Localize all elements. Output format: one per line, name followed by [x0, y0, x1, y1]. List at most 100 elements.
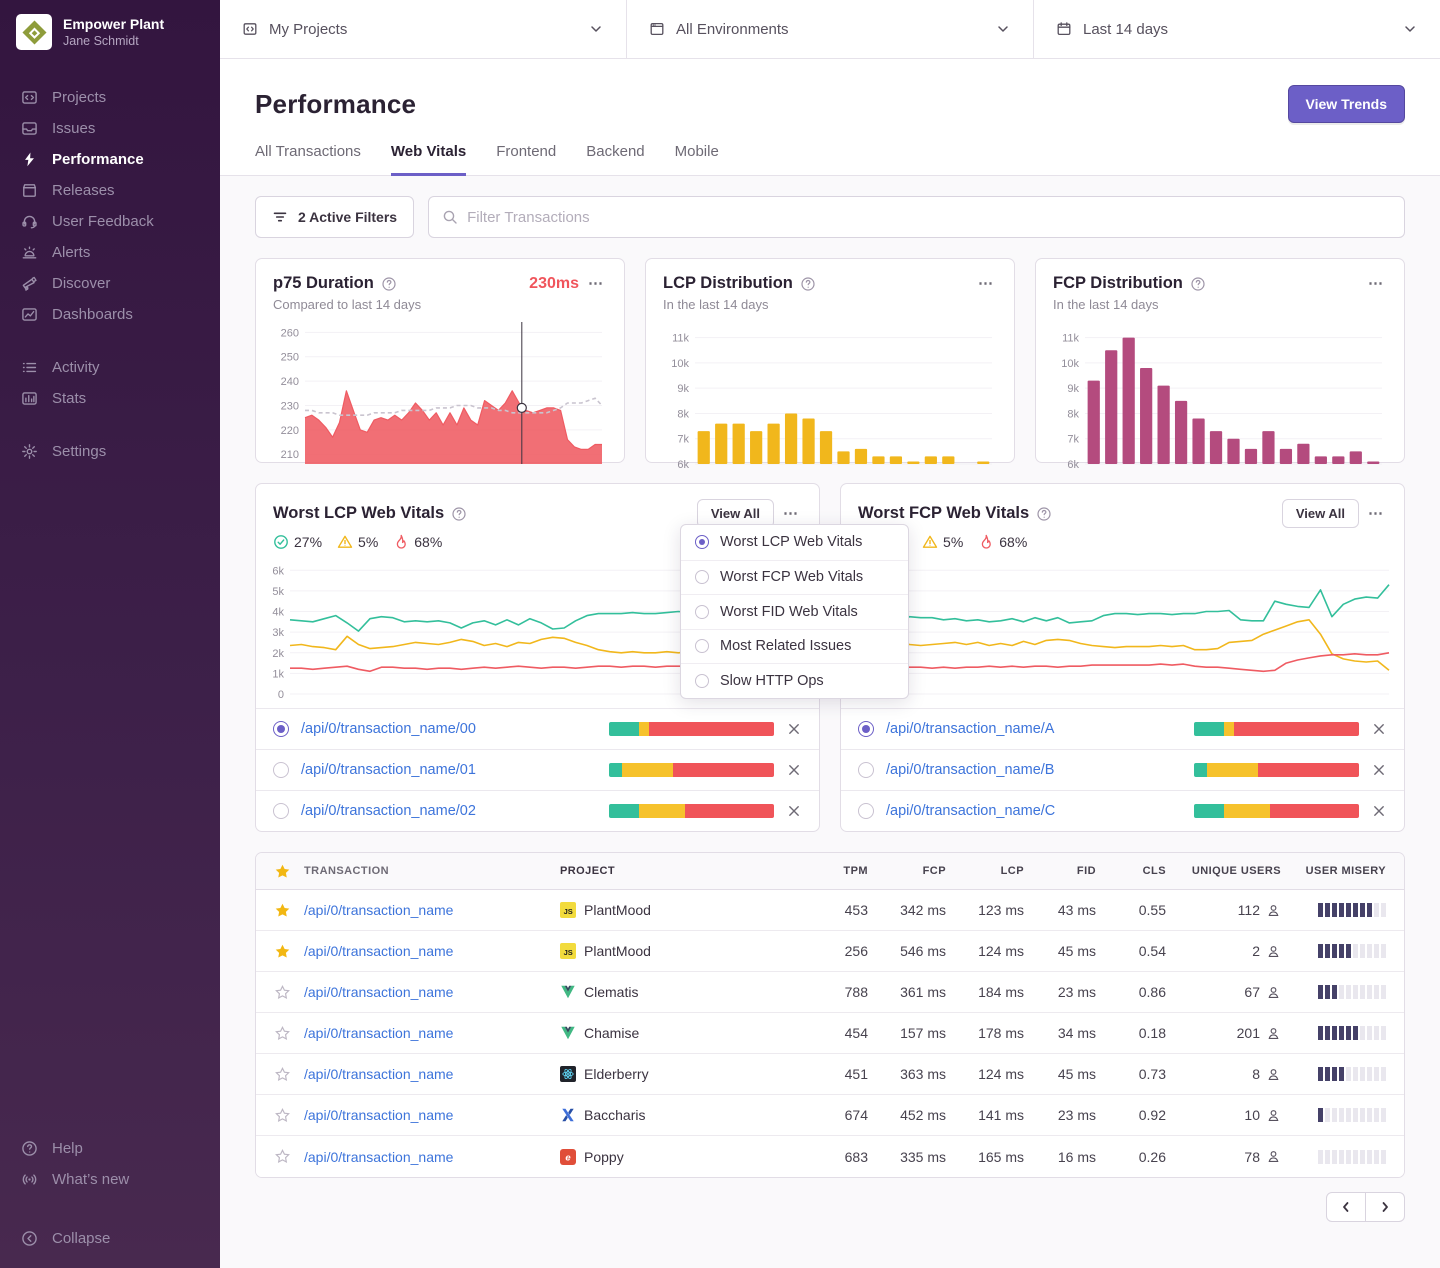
context-menu-icon[interactable]: ⋯	[976, 279, 997, 289]
project-cell[interactable]: Baccharis	[560, 1107, 810, 1123]
transaction-link[interactable]: /api/0/transaction_name	[304, 943, 453, 959]
close-icon[interactable]	[1371, 803, 1387, 819]
table-row: /api/0/transaction_name ePoppy 683 335 m…	[256, 1136, 1404, 1177]
help-icon[interactable]	[1190, 276, 1206, 292]
sidebar-item-releases[interactable]: Releases	[0, 175, 220, 206]
sidebar-collapse-button[interactable]: Collapse	[0, 1223, 220, 1254]
sidebar-item-what-s-new[interactable]: What’s new	[0, 1164, 220, 1195]
star-icon[interactable]	[274, 1066, 291, 1083]
col-cls[interactable]: CLS	[1096, 865, 1166, 877]
active-filters-button[interactable]: 2 Active Filters	[255, 196, 414, 238]
previous-page-button[interactable]	[1326, 1192, 1366, 1222]
transaction-link[interactable]: /api/0/transaction_name	[304, 1025, 453, 1041]
transaction-link[interactable]: /api/0/transaction_name/01	[301, 762, 476, 778]
context-menu-icon[interactable]: ⋯	[781, 509, 802, 519]
transaction-link[interactable]: /api/0/transaction_name/C	[886, 803, 1055, 819]
worst-fcp-chart[interactable]: 6k5k4k3k2k1k0	[847, 556, 1394, 698]
project-filter[interactable]: My Projects	[220, 0, 627, 58]
close-icon[interactable]	[786, 803, 802, 819]
star-icon[interactable]	[274, 1025, 291, 1042]
col-lcp[interactable]: LCP	[946, 865, 1024, 877]
help-icon[interactable]	[800, 276, 816, 292]
next-page-button[interactable]	[1365, 1192, 1405, 1222]
dropdown-option-worst-lcp-web-vitals[interactable]: Worst LCP Web Vitals	[681, 525, 908, 560]
col-fid[interactable]: FID	[1024, 865, 1096, 877]
col-tpm[interactable]: TPM	[810, 865, 868, 877]
tab-all-transactions[interactable]: All Transactions	[255, 143, 361, 176]
star-icon[interactable]	[274, 984, 291, 1001]
sidebar-item-stats[interactable]: Stats	[0, 383, 220, 414]
row-radio[interactable]	[273, 762, 289, 778]
transaction-link[interactable]: /api/0/transaction_name/B	[886, 762, 1054, 778]
sidebar-item-discover[interactable]: Discover	[0, 268, 220, 299]
transaction-link[interactable]: /api/0/transaction_name	[304, 1107, 453, 1123]
sidebar-item-dashboards[interactable]: Dashboards	[0, 299, 220, 330]
transaction-link[interactable]: /api/0/transaction_name/02	[301, 803, 476, 819]
star-icon[interactable]	[274, 1148, 291, 1165]
context-menu-icon[interactable]: ⋯	[1366, 279, 1387, 289]
col-unique-users[interactable]: UNIQUE USERS	[1166, 865, 1281, 877]
transaction-link[interactable]: /api/0/transaction_name	[304, 1066, 453, 1082]
star-icon[interactable]	[274, 902, 291, 919]
tab-backend[interactable]: Backend	[586, 143, 644, 176]
star-icon[interactable]	[274, 863, 291, 880]
col-user-misery[interactable]: USER MISERY	[1281, 865, 1386, 877]
transaction-link[interactable]: /api/0/transaction_name	[304, 1149, 453, 1165]
transaction-link[interactable]: /api/0/transaction_name/00	[301, 721, 476, 737]
dropdown-option-most-related-issues[interactable]: Most Related Issues	[681, 629, 908, 664]
environment-filter[interactable]: All Environments	[627, 0, 1034, 58]
close-icon[interactable]	[1371, 721, 1387, 737]
transaction-link[interactable]: /api/0/transaction_name	[304, 902, 453, 918]
org-header[interactable]: Empower Plant Jane Schmidt	[0, 0, 220, 60]
help-icon[interactable]	[1036, 506, 1052, 522]
pagination	[255, 1192, 1405, 1222]
view-trends-button[interactable]: View Trends	[1288, 85, 1405, 123]
lcp-distribution-chart[interactable]: 11k10k9k8k7k6k	[663, 320, 997, 450]
sidebar-item-help[interactable]: Help	[0, 1133, 220, 1164]
close-icon[interactable]	[786, 762, 802, 778]
col-project[interactable]: PROJECT	[560, 865, 810, 877]
sidebar-item-user-feedback[interactable]: User Feedback	[0, 206, 220, 237]
sidebar-item-alerts[interactable]: Alerts	[0, 237, 220, 268]
project-cell[interactable]: JSPlantMood	[560, 943, 810, 959]
tab-frontend[interactable]: Frontend	[496, 143, 556, 176]
col-transaction[interactable]: TRANSACTION	[304, 865, 560, 877]
view-all-button[interactable]: View All	[1282, 499, 1359, 528]
dropdown-option-slow-http-ops[interactable]: Slow HTTP Ops	[681, 663, 908, 698]
sidebar-item-settings[interactable]: Settings	[0, 436, 220, 467]
project-cell[interactable]: Clematis	[560, 984, 810, 1000]
tab-mobile[interactable]: Mobile	[675, 143, 719, 176]
project-cell[interactable]: Chamise	[560, 1025, 810, 1041]
project-cell[interactable]: JSPlantMood	[560, 902, 810, 918]
fid-cell: 23 ms	[1024, 1107, 1096, 1123]
row-radio[interactable]	[273, 803, 289, 819]
sidebar-item-activity[interactable]: Activity	[0, 352, 220, 383]
star-icon[interactable]	[274, 943, 291, 960]
transaction-link[interactable]: /api/0/transaction_name	[304, 984, 453, 1000]
dropdown-option-worst-fid-web-vitals[interactable]: Worst FID Web Vitals	[681, 594, 908, 629]
project-cell[interactable]: Elderberry	[560, 1066, 810, 1082]
project-cell[interactable]: ePoppy	[560, 1149, 810, 1165]
row-radio[interactable]	[273, 721, 289, 737]
tab-web-vitals[interactable]: Web Vitals	[391, 143, 466, 176]
close-icon[interactable]	[1371, 762, 1387, 778]
row-radio[interactable]	[858, 762, 874, 778]
dropdown-option-worst-fcp-web-vitals[interactable]: Worst FCP Web Vitals	[681, 560, 908, 595]
row-radio[interactable]	[858, 721, 874, 737]
fcp-distribution-chart[interactable]: 11k10k9k8k7k6k	[1053, 320, 1387, 450]
sidebar-item-issues[interactable]: Issues	[0, 113, 220, 144]
date-range-filter[interactable]: Last 14 days	[1034, 0, 1440, 58]
sidebar-item-projects[interactable]: Projects	[0, 82, 220, 113]
transaction-link[interactable]: /api/0/transaction_name/A	[886, 721, 1054, 737]
p75-duration-chart[interactable]: 260250240230220210	[273, 320, 607, 450]
search-input[interactable]	[467, 209, 1391, 226]
col-fcp[interactable]: FCP	[868, 865, 946, 877]
context-menu-icon[interactable]: ⋯	[1366, 509, 1387, 519]
help-icon[interactable]	[451, 506, 467, 522]
close-icon[interactable]	[786, 721, 802, 737]
help-icon[interactable]	[381, 276, 397, 292]
context-menu-icon[interactable]: ⋯	[586, 279, 607, 289]
star-icon[interactable]	[274, 1107, 291, 1124]
sidebar-item-performance[interactable]: Performance	[0, 144, 220, 175]
row-radio[interactable]	[858, 803, 874, 819]
